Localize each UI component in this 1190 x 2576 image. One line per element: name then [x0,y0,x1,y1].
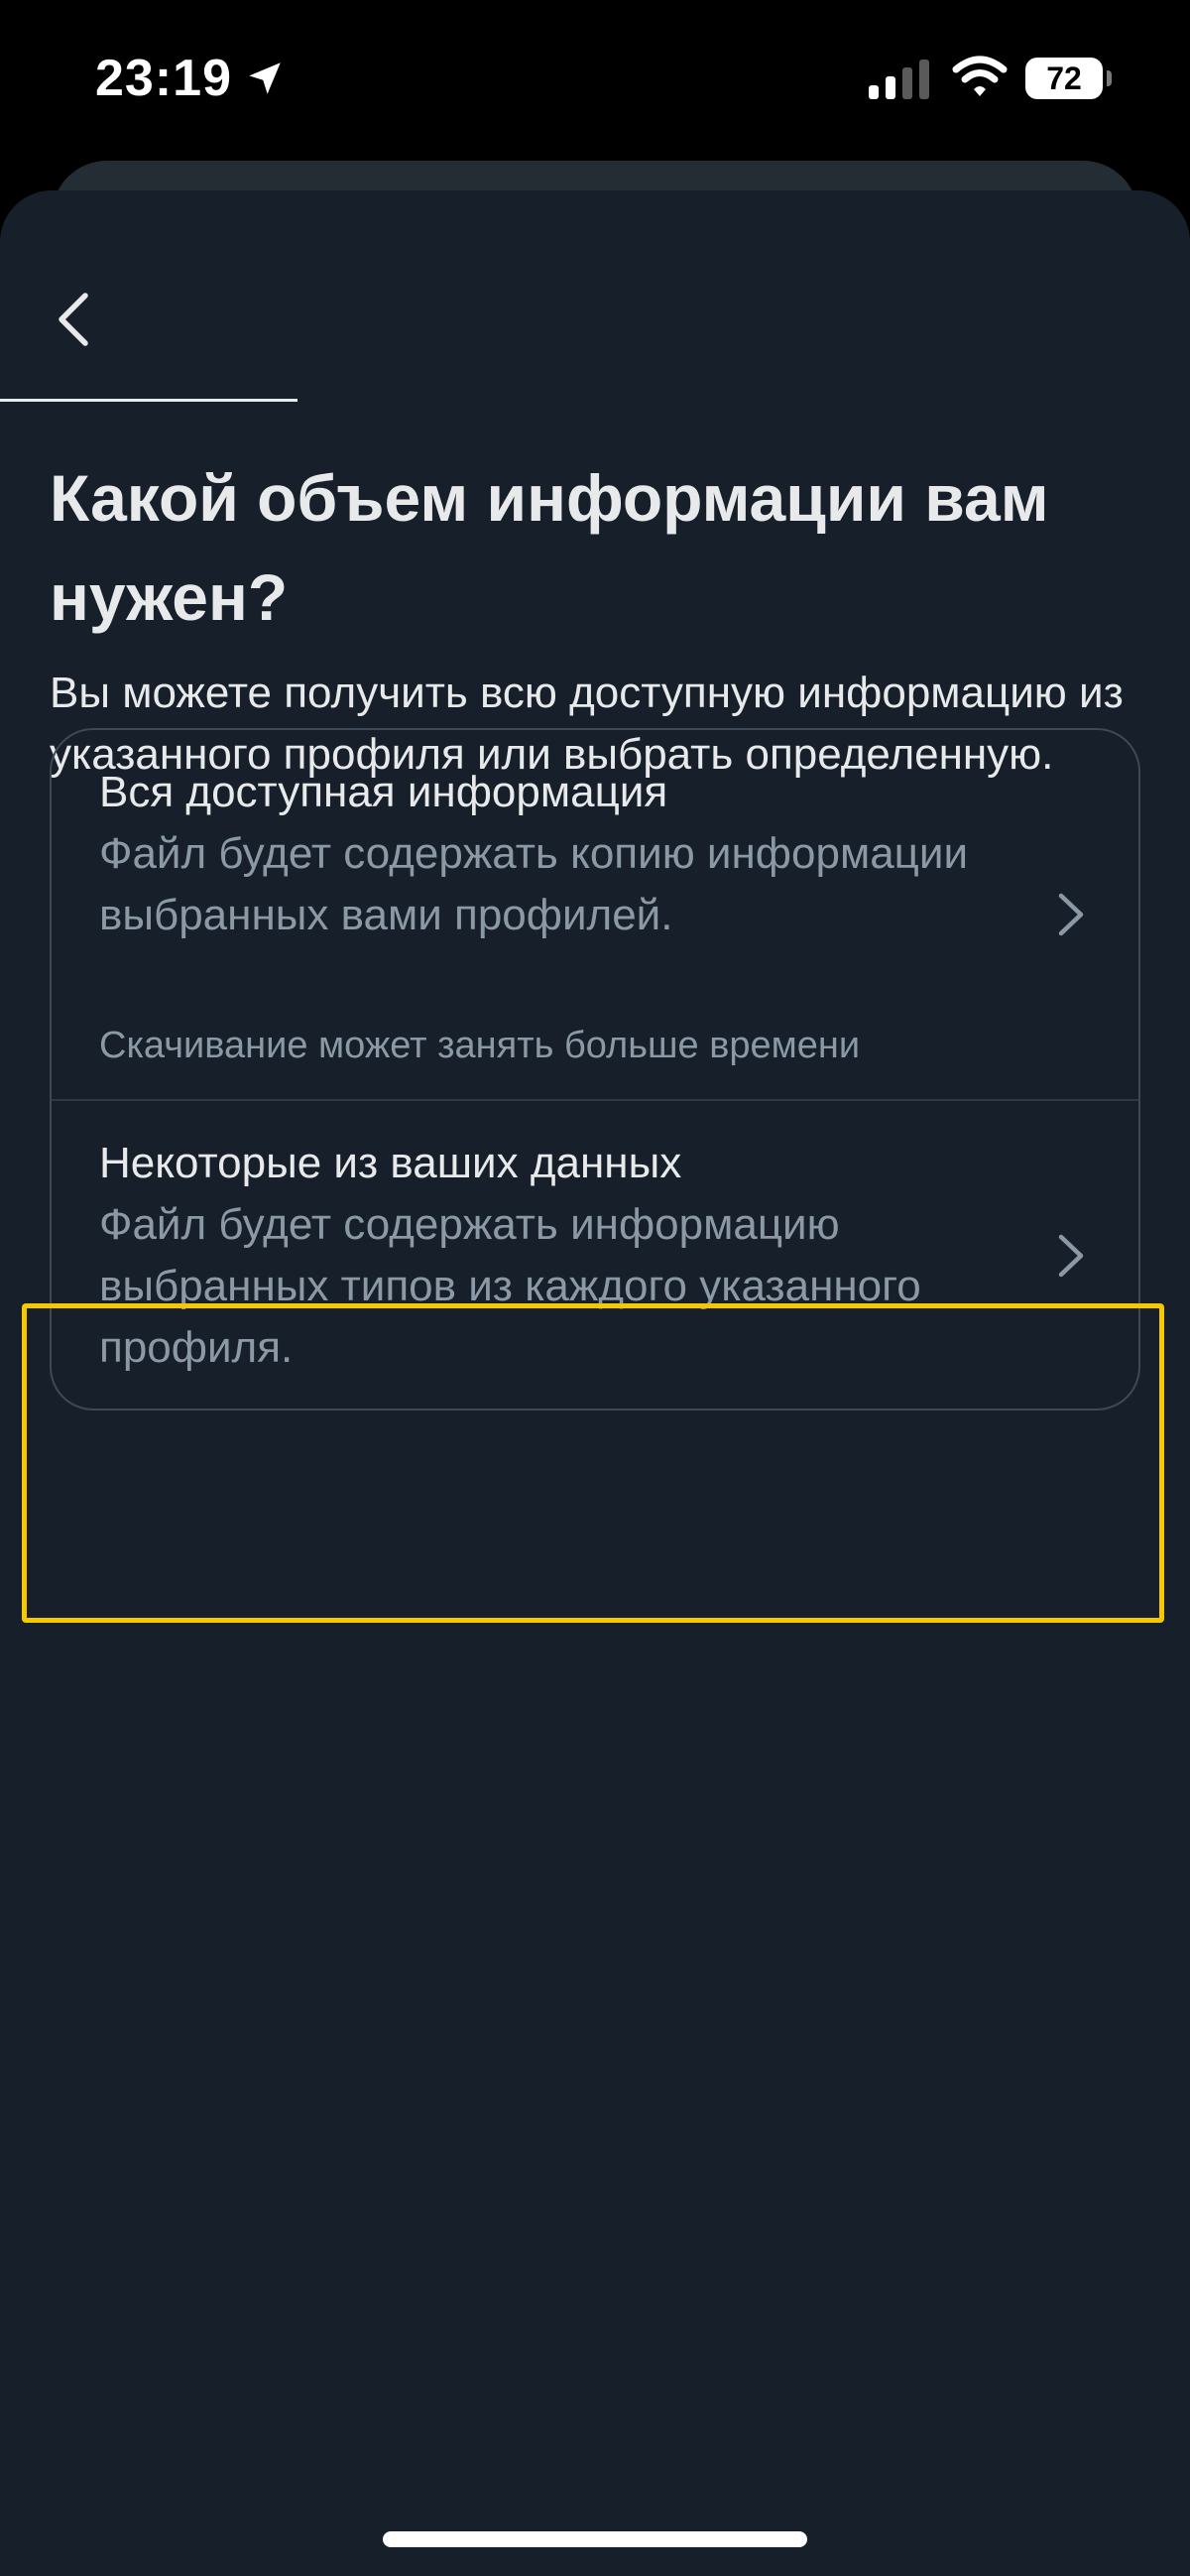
chevron-right-icon [1058,893,1084,936]
home-indicator [383,2531,807,2547]
back-button[interactable] [44,280,103,359]
option-description: Файл будет содержать копию информации вы… [99,829,969,939]
page-title: Какой объем информации вам нужен? [50,461,1049,634]
option-title: Некоторые из ваших данных [99,1139,682,1187]
battery-cap [1107,70,1112,86]
status-time: 23:19 [95,50,232,107]
chevron-right-icon [1058,1234,1084,1278]
wifi-icon [952,56,1008,96]
progress-indicator [0,399,298,402]
option-note: Скачивание может занять больше времени [99,1025,861,1066]
battery-level: 72 [1046,61,1082,96]
option-title: Вся доступная информация [99,768,668,816]
cellular-signal-icon [869,60,929,99]
battery-icon: 72 [1025,58,1112,99]
status-bar: 23:19 72 [0,0,1190,159]
option-all-information[interactable]: Вся доступная информация Файл будет соде… [52,730,1138,1099]
chevron-left-icon [59,293,88,346]
option-description: Файл будет содержать информацию выбранны… [99,1200,921,1372]
location-arrow-icon [249,62,281,94]
option-some-data[interactable]: Некоторые из ваших данных Файл будет сод… [52,1099,1138,1409]
screen: 23:19 72 Какой объем информации вам нуже… [0,0,1190,2576]
options-card: Вся доступная информация Файл будет соде… [50,728,1140,1411]
